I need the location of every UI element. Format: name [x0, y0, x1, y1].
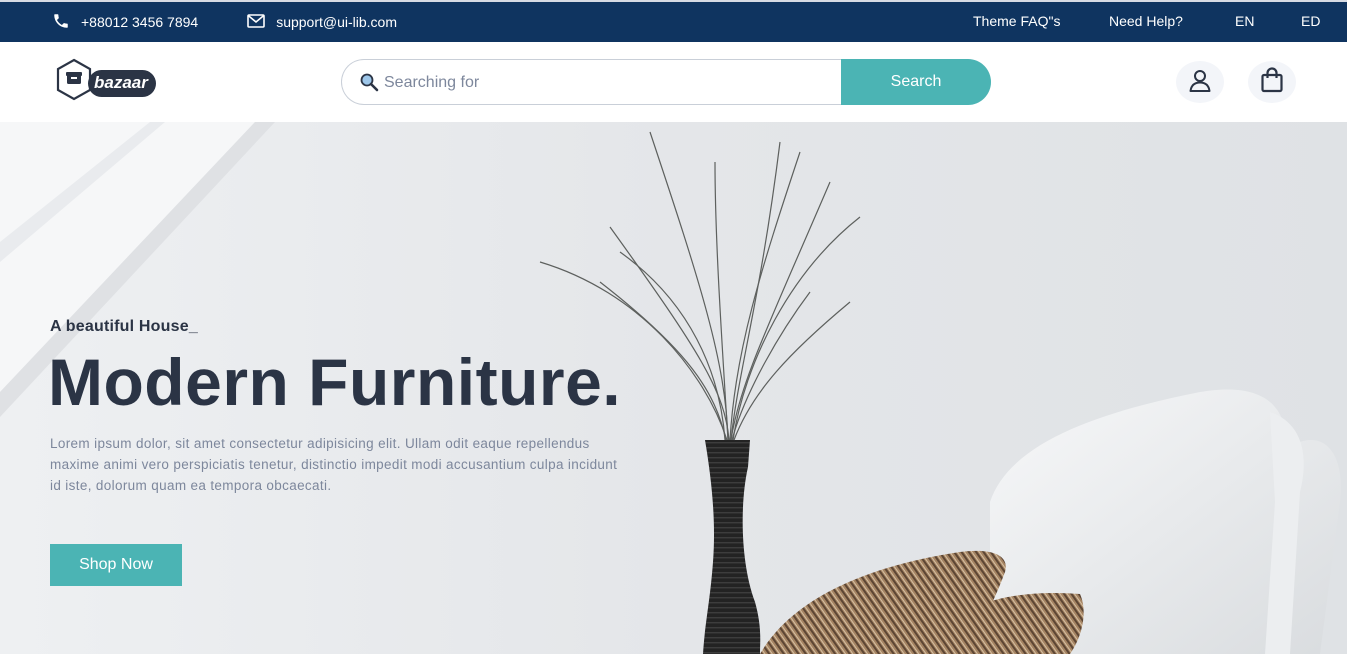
- logo-text: bazaar: [94, 73, 148, 92]
- search-input[interactable]: [384, 71, 844, 95]
- user-account-button[interactable]: [1176, 61, 1224, 103]
- email-contact[interactable]: support@ui-lib.com: [247, 13, 397, 31]
- hero-title: Modern Furniture.: [48, 345, 622, 419]
- theme-faq-link[interactable]: Theme FAQ"s: [973, 2, 1060, 42]
- shopping-bag-icon: [1260, 66, 1284, 98]
- phone-icon: [52, 12, 81, 33]
- header: bazaar Search: [0, 42, 1347, 122]
- user-icon: [1187, 67, 1213, 98]
- hero-subtitle: A beautiful House_: [50, 318, 198, 335]
- language-ed-link[interactable]: ED: [1301, 2, 1320, 42]
- shop-now-button[interactable]: Shop Now: [50, 544, 182, 586]
- search-button[interactable]: Search: [841, 59, 991, 105]
- phone-number: +88012 3456 7894: [81, 14, 199, 30]
- hero-banner: A beautiful House_ Modern Furniture. Lor…: [0, 122, 1347, 654]
- language-en-link[interactable]: EN: [1235, 2, 1254, 42]
- phone-contact[interactable]: +88012 3456 7894: [52, 12, 198, 33]
- magnifier-icon: [359, 72, 379, 96]
- email-address: support@ui-lib.com: [276, 14, 397, 30]
- search-field: [341, 59, 861, 105]
- cart-button[interactable]: [1248, 61, 1296, 103]
- hero-description: Lorem ipsum dolor, sit amet consectetur …: [50, 436, 618, 493]
- search-bar: Search: [341, 59, 991, 105]
- top-bar: +88012 3456 7894 support@ui-lib.com Them…: [0, 0, 1347, 42]
- bazaar-logo[interactable]: bazaar: [52, 58, 158, 108]
- need-help-link[interactable]: Need Help?: [1109, 2, 1183, 42]
- mail-icon: [247, 13, 276, 31]
- contact-info: +88012 3456 7894 support@ui-lib.com: [52, 2, 397, 42]
